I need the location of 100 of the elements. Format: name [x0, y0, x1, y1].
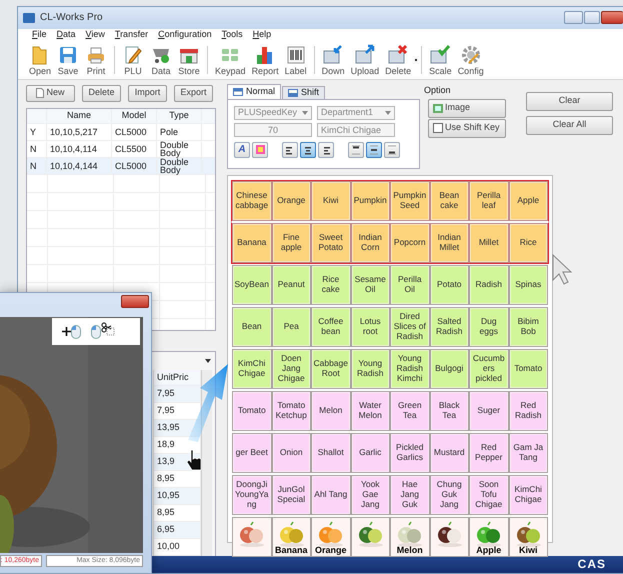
color-button[interactable] — [252, 142, 268, 158]
speed-key[interactable]: Banana — [272, 516, 311, 557]
speed-key[interactable]: Rice — [508, 222, 548, 263]
toolbar-button[interactable]: Delete — [82, 84, 121, 102]
menu-item[interactable]: Configuration — [158, 30, 212, 40]
speed-key[interactable]: Red Radish — [508, 390, 548, 431]
speed-key[interactable]: Bean cake — [430, 180, 469, 221]
speed-key[interactable]: Apple — [508, 180, 548, 221]
speed-key[interactable]: SoyBean — [232, 264, 272, 305]
speed-key[interactable]: Green Tea — [390, 390, 430, 431]
toolbar-button[interactable]: PLU — [119, 44, 148, 77]
speed-key[interactable]: Water Melon — [350, 390, 390, 431]
menu-item[interactable]: Transfer — [114, 30, 148, 40]
align-button[interactable] — [348, 142, 364, 158]
speed-key[interactable]: Chung Guk Jang — [430, 474, 469, 515]
speed-key[interactable]: Millet — [469, 222, 508, 263]
speed-key[interactable]: Indian Corn — [350, 222, 390, 263]
menu-item[interactable]: Data — [56, 30, 76, 40]
font-button[interactable]: A — [234, 142, 250, 158]
menu-item[interactable]: Help — [252, 30, 272, 40]
speed-key[interactable]: Sesame Oil — [350, 264, 390, 305]
option-button[interactable]: Image — [428, 98, 506, 118]
column-header[interactable]: Model — [112, 108, 157, 123]
menu-item[interactable]: View — [86, 30, 105, 40]
speed-key[interactable]: Cabbage Root — [311, 348, 350, 389]
speed-key[interactable]: Rice cake — [311, 264, 350, 305]
speed-key[interactable]: Banana — [232, 222, 272, 263]
toolbar-button[interactable]: Delete — [382, 44, 414, 77]
minimize-button[interactable] — [564, 11, 583, 24]
speed-key[interactable]: Pumpkin Seed — [390, 180, 430, 221]
speed-key[interactable]: KimChi Chigae — [232, 348, 272, 389]
toolbar-button[interactable]: Export — [174, 84, 213, 102]
tab[interactable]: Normal — [227, 84, 282, 99]
speed-key[interactable] — [350, 516, 390, 557]
toolbar-button[interactable]: Config — [454, 44, 487, 77]
speed-key[interactable]: Pickled Garlics — [390, 432, 430, 473]
speed-key[interactable]: Bean — [232, 306, 272, 347]
clear-button[interactable]: Clear — [526, 92, 613, 111]
speed-key[interactable]: Melon — [390, 516, 430, 557]
toolbar-button[interactable]: Save — [54, 44, 82, 77]
speed-key[interactable]: Perilla Oil — [390, 264, 430, 305]
column-header[interactable]: Type — [157, 108, 202, 123]
speed-key[interactable]: Kiwi — [311, 180, 350, 221]
align-button[interactable] — [282, 142, 298, 158]
speed-key[interactable]: Coffee bean — [311, 306, 350, 347]
speed-key[interactable]: DoongJi YoungYang — [232, 474, 272, 515]
speed-key[interactable]: JunGol Special — [272, 474, 311, 515]
speed-key[interactable]: Suger — [469, 390, 508, 431]
toolbar-button[interactable]: Keypad — [212, 44, 249, 77]
speed-key[interactable]: Popcorn — [390, 222, 430, 263]
speed-key[interactable]: Hae Jang Guk — [390, 474, 430, 515]
toolbar-button[interactable]: Import — [128, 84, 167, 102]
speed-key[interactable]: Pumpkin — [350, 180, 390, 221]
close-button[interactable] — [121, 295, 149, 308]
speed-key[interactable]: Indian Millet — [430, 222, 469, 263]
align-button[interactable] — [366, 142, 382, 158]
speed-key[interactable]: Tomato — [508, 348, 548, 389]
speed-key[interactable]: Ahl Tang — [311, 474, 350, 515]
speed-key[interactable]: Tomato — [232, 390, 272, 431]
speed-key[interactable]: Potato — [430, 264, 469, 305]
speed-key[interactable]: Salted Radish — [430, 306, 469, 347]
speed-key[interactable]: Orange — [311, 516, 350, 557]
speed-key[interactable]: Garlic — [350, 432, 390, 473]
speed-key[interactable]: Perilla leaf — [469, 180, 508, 221]
speed-key[interactable]: Black Tea — [430, 390, 469, 431]
speed-key[interactable]: Lotus root — [350, 306, 390, 347]
speed-key[interactable]: Fine apple — [272, 222, 311, 263]
maximize-button[interactable] — [584, 11, 600, 24]
speed-key[interactable]: Apple — [469, 516, 508, 557]
speed-key[interactable]: Young Radish Kimchi — [390, 348, 430, 389]
toolbar-button[interactable]: New — [26, 84, 75, 102]
close-button[interactable] — [601, 11, 623, 24]
speed-key[interactable]: Chinese cabbage — [232, 180, 272, 221]
speed-key[interactable]: Radish — [469, 264, 508, 305]
option-button[interactable]: Use Shift Key — [428, 118, 506, 138]
menu-item[interactable]: File — [32, 30, 47, 40]
speed-key[interactable]: Doen Jang Chigae — [272, 348, 311, 389]
align-button[interactable] — [318, 142, 334, 158]
toolbar-button[interactable]: Label — [282, 44, 310, 77]
menu-item[interactable]: Tools — [222, 30, 243, 40]
toolbar-button[interactable]: Open — [26, 44, 54, 77]
speed-key[interactable]: Gam Ja Tang — [508, 432, 548, 473]
speed-key[interactable]: Mustard — [430, 432, 469, 473]
speed-key[interactable]: ger Beet — [232, 432, 272, 473]
speed-key[interactable]: Orange — [272, 180, 311, 221]
speed-key[interactable] — [430, 516, 469, 557]
speed-key[interactable]: Dug eggs — [469, 306, 508, 347]
tab[interactable]: Shift — [282, 86, 326, 99]
toolbar-button[interactable]: Print — [82, 44, 110, 77]
toolbar-button[interactable]: Upload — [348, 44, 382, 77]
toolbar-button[interactable]: Report — [248, 44, 282, 77]
toolbar-button[interactable]: Data — [147, 44, 176, 77]
speed-key[interactable]: Kiwi — [508, 516, 548, 557]
speed-key[interactable]: Bibim Bob — [508, 306, 548, 347]
speed-key[interactable]: Melon — [311, 390, 350, 431]
speed-key[interactable]: Pea — [272, 306, 311, 347]
speed-key[interactable]: Sweet Potato — [311, 222, 350, 263]
speed-key[interactable]: Peanut — [272, 264, 311, 305]
speed-key[interactable]: Tomato Ketchup — [272, 390, 311, 431]
clear-button[interactable]: Clear All — [526, 116, 613, 135]
